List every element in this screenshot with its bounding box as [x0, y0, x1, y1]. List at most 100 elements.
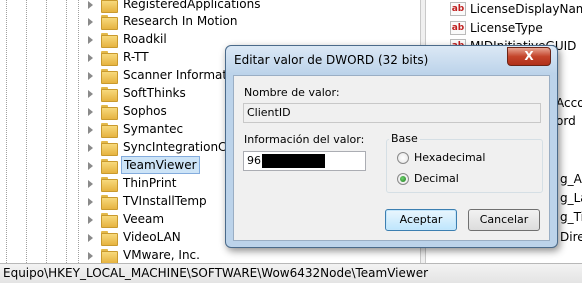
tree-item-label: RegisteredApplications [123, 0, 261, 11]
value-row[interactable]: g_La [560, 189, 582, 207]
value-row[interactable]: g_Ti [560, 208, 582, 226]
tree-item-label: VMware, Inc. [123, 248, 200, 262]
tree-item-label: Research In Motion [123, 14, 238, 28]
tree-item-r-tt[interactable]: R-TT [86, 48, 151, 66]
expand-arrow-icon[interactable] [86, 233, 95, 242]
expand-arrow-icon[interactable] [86, 53, 95, 62]
expand-arrow-icon[interactable] [86, 215, 95, 224]
folder-icon [101, 158, 118, 174]
radio-decimal-label: Decimal [414, 172, 459, 185]
folder-icon [101, 176, 118, 192]
expand-arrow-icon[interactable] [86, 161, 95, 170]
close-button[interactable]: X [507, 47, 551, 66]
value-row[interactable]: g_A [560, 170, 582, 188]
folder-icon [101, 194, 118, 210]
tree-item-syncintegrationclie[interactable]: SyncIntegrationClie [86, 138, 242, 156]
value-name: Direc [560, 230, 582, 244]
tree-item-videolan[interactable]: VideoLAN [86, 228, 183, 246]
expand-arrow-icon[interactable] [86, 125, 95, 134]
registry-path: Equipo\HKEY_LOCAL_MACHINE\SOFTWARE\Wow64… [3, 266, 429, 280]
value-row[interactable]: ab LicenseDisplayName [450, 0, 582, 18]
folder-icon [101, 68, 118, 84]
value-row[interactable]: ord [556, 112, 576, 130]
value-name: g_A [560, 172, 582, 186]
folder-icon [101, 0, 118, 13]
tree-item-label: Roadkil [123, 32, 167, 46]
edit-dword-dialog[interactable]: Editar valor de DWORD (32 bits) X Nombre… [225, 45, 558, 248]
value-name: g_La [560, 191, 582, 205]
expand-arrow-icon[interactable] [86, 179, 95, 188]
tree-item-label: SoftThinks [123, 86, 186, 100]
tree-item-sophos[interactable]: Sophos [86, 102, 169, 120]
tree-item-research-in-motion[interactable]: Research In Motion [86, 12, 240, 30]
radio-button-checked[interactable] [397, 172, 409, 185]
tree-item-label: ThinPrint [123, 176, 177, 190]
folder-icon [101, 104, 118, 120]
expand-arrow-icon[interactable] [86, 89, 95, 98]
tree-item-scanner-information[interactable]: Scanner Information [86, 66, 247, 84]
expand-arrow-icon[interactable] [86, 0, 95, 9]
tree-item-label: Sophos [123, 104, 167, 118]
tree-item-teamviewer[interactable]: TeamViewer [86, 156, 200, 174]
tree-item-label: VideoLAN [123, 230, 181, 244]
value-name: LicenseType [470, 21, 543, 35]
expand-arrow-icon[interactable] [86, 71, 95, 80]
radio-hexadecimal[interactable]: Hexadecimal [397, 151, 485, 164]
status-bar: Equipo\HKEY_LOCAL_MACHINE\SOFTWARE\Wow64… [0, 263, 582, 283]
string-value-icon: ab [450, 2, 466, 16]
expand-arrow-icon[interactable] [86, 197, 95, 206]
tree-item-label: TeamViewer [121, 156, 200, 174]
value-row[interactable]: ab LicenseType [450, 19, 543, 37]
folder-icon [101, 248, 118, 263]
tree-item-symantec[interactable]: Symantec [86, 120, 185, 138]
close-icon: X [524, 49, 534, 63]
expand-arrow-icon[interactable] [86, 251, 95, 260]
dialog-title: Editar valor de DWORD (32 bits) [234, 53, 429, 67]
tree-item-label: Symantec [123, 122, 184, 136]
folder-icon [101, 230, 118, 246]
value-row[interactable]: Acco [556, 94, 582, 112]
radio-hexadecimal-label: Hexadecimal [414, 151, 486, 164]
value-row[interactable]: Direc [560, 228, 582, 246]
value-name: Acco [556, 96, 582, 110]
base-groupbox: Base Hexadecimal Decimal [386, 132, 543, 193]
folder-icon [101, 50, 118, 66]
value-name: LicenseDisplayName [470, 2, 582, 16]
tree-item-thinprint[interactable]: ThinPrint [86, 174, 178, 192]
radio-decimal[interactable]: Decimal [397, 172, 459, 185]
value-data-label: Información del valor: [244, 133, 365, 146]
tree-item-label: R-TT [123, 50, 149, 64]
folder-icon [101, 140, 118, 156]
string-value-icon: ab [450, 21, 466, 35]
dialog-body: Nombre de valor: ClientID Información de… [233, 75, 550, 241]
dialog-titlebar[interactable]: Editar valor de DWORD (32 bits) X [226, 46, 557, 74]
tree-item-label: TVInstallTemp [123, 194, 207, 208]
base-label: Base [389, 132, 420, 145]
value-name-field[interactable]: ClientID [243, 103, 541, 123]
tree-item-vmware[interactable]: VMware, Inc. [86, 246, 202, 263]
cancel-button[interactable]: Cancelar [468, 209, 540, 231]
value-name-text: ClientID [247, 106, 291, 119]
tree-item-tvinstalltemp[interactable]: TVInstallTemp [86, 192, 209, 210]
folder-icon [101, 32, 118, 48]
value-name: g_Ti [560, 210, 582, 224]
tree-item-roadkil[interactable]: Roadkil [86, 30, 169, 48]
value-data-text: 96 [247, 154, 261, 167]
expand-arrow-icon[interactable] [86, 143, 95, 152]
expand-arrow-icon[interactable] [86, 107, 95, 116]
folder-icon [101, 86, 118, 102]
value-data-input[interactable]: 96 [243, 151, 366, 171]
folder-icon [101, 122, 118, 138]
tree-item-softthinks[interactable]: SoftThinks [86, 84, 188, 102]
tree-item-label: Veeam [123, 212, 165, 226]
redaction-bar [262, 154, 325, 168]
ok-button[interactable]: Aceptar [385, 209, 457, 231]
folder-icon [101, 14, 118, 30]
tree-connector-lines [0, 0, 100, 263]
expand-arrow-icon[interactable] [86, 17, 95, 26]
folder-icon [101, 212, 118, 228]
radio-button[interactable] [397, 151, 409, 164]
tree-item-veeam[interactable]: Veeam [86, 210, 166, 228]
value-name-label: Nombre de valor: [244, 86, 340, 99]
expand-arrow-icon[interactable] [86, 35, 95, 44]
